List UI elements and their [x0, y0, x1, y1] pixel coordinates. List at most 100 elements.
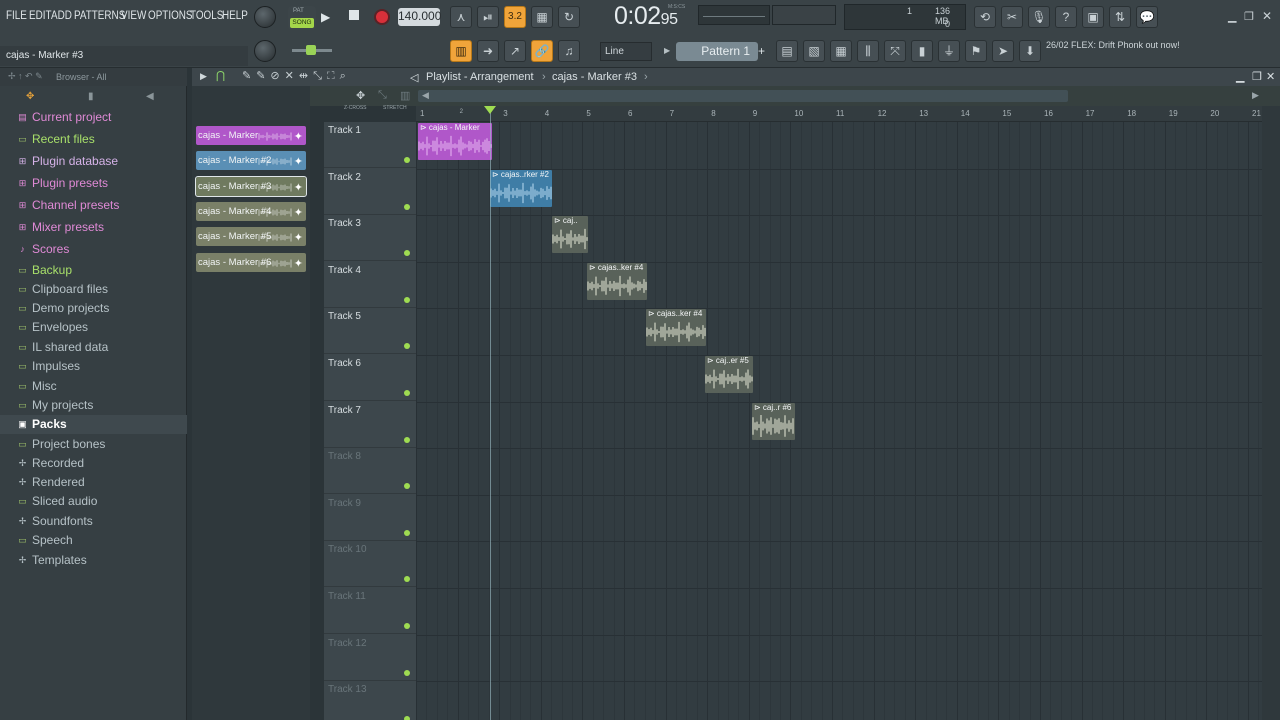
track-header[interactable]: Track 5	[324, 308, 416, 355]
menu-edit[interactable]: EDIT	[29, 10, 52, 22]
browser-item[interactable]: ▭ IL shared data	[0, 338, 187, 357]
browser-nav-icon[interactable]: ✢ ↑ ↶ ✎	[8, 71, 43, 82]
track-move-icon[interactable]: ✥	[356, 89, 365, 102]
track-header[interactable]: Track 13	[324, 681, 416, 720]
master-slider[interactable]	[292, 45, 332, 55]
browser-item[interactable]: ▭ My projects	[0, 396, 187, 415]
picker-clip[interactable]: cajas - Marker #6 ✦	[196, 253, 306, 272]
track-header[interactable]: Track 8	[324, 448, 416, 495]
magnet-icon[interactable]: ⋂	[216, 69, 225, 82]
track-mute-led[interactable]	[404, 390, 410, 396]
playlist-close-icon[interactable]: ✕	[1266, 70, 1275, 83]
snap-select[interactable]: Line	[600, 42, 652, 61]
render-icon[interactable]: ➤	[992, 40, 1014, 62]
playlist-clip[interactable]: ⊳ cajas..ker #4	[646, 309, 706, 347]
playlist-clip[interactable]: ⊳ cajas - Marker	[418, 123, 492, 160]
browser-item[interactable]: ▣ Packs	[0, 415, 187, 434]
track-mute-led[interactable]	[404, 436, 410, 443]
save-icon[interactable]: ▣	[1082, 6, 1104, 28]
menu-add[interactable]: ADD	[51, 10, 72, 22]
track-mute-led[interactable]	[404, 716, 410, 720]
channel-rack-icon[interactable]: ▧	[803, 40, 825, 62]
mixer-icon[interactable]: ⇅	[1109, 6, 1131, 28]
track-header[interactable]: Track 12	[324, 635, 416, 681]
browser-item[interactable]: ▤ Current project	[0, 108, 187, 127]
track-header[interactable]: Track 3	[324, 215, 416, 262]
browser-item[interactable]: ♪ Scores	[0, 240, 187, 259]
menu-help[interactable]: HELP	[222, 10, 248, 22]
track-mute-led[interactable]	[404, 250, 410, 257]
track-header[interactable]: Track 6	[324, 355, 416, 401]
browser-item[interactable]: ▭ Recent files	[0, 130, 187, 149]
browser-item[interactable]: ▭ Speech	[0, 531, 187, 550]
scroll-right-icon[interactable]: ▶	[1252, 90, 1259, 101]
menu-options[interactable]: OPTIONS	[148, 10, 193, 22]
browser-item[interactable]: ▭ Backup	[0, 261, 187, 280]
undo-icon[interactable]: ⟲	[974, 6, 996, 28]
track-mute-led[interactable]	[404, 296, 410, 303]
playlist-clip[interactable]: ⊳ caj..r #6	[752, 402, 795, 440]
automation-icon[interactable]: ⤧	[884, 40, 906, 62]
track-header[interactable]: Track 4	[324, 262, 416, 308]
browser-item[interactable]: ⊞ Mixer presets	[0, 218, 187, 237]
playlist-clip[interactable]: ⊳ cajas..ker #4	[587, 262, 647, 300]
help-icon[interactable]: ?	[1055, 6, 1077, 28]
record-icon[interactable]	[374, 9, 390, 25]
metronome-icon[interactable]: ⋏	[450, 6, 472, 28]
close-icon[interactable]: ✕	[1262, 9, 1272, 23]
master-volume-knob[interactable]	[254, 6, 276, 28]
browser-item[interactable]: ✢ Recorded	[0, 454, 187, 473]
loop-record-icon[interactable]: ↻	[558, 6, 580, 28]
tempo-tap-icon[interactable]: ⚑	[965, 40, 987, 62]
maximize-icon[interactable]: ❐	[1244, 10, 1254, 23]
browser-item[interactable]: ⊞ Channel presets	[0, 196, 187, 215]
arrow-icon[interactable]: ➜	[477, 40, 499, 62]
playlist-clip[interactable]: ⊳ caj..	[552, 216, 588, 254]
playhead-marker-icon[interactable]	[484, 106, 496, 114]
pattern-select[interactable]: Pattern 1	[676, 42, 758, 61]
cut-icon[interactable]: ✂	[1001, 6, 1023, 28]
playlist-grid[interactable]: ⊳ cajas - Marker ⊳ cajas..rker #2 ⊳ caj.. ⊳…	[416, 122, 1262, 720]
horizontal-scrollbar[interactable]	[418, 90, 1068, 102]
chat-icon[interactable]: 💬	[1136, 6, 1158, 28]
browser-item[interactable]: ⊞ Plugin presets	[0, 174, 187, 193]
track-mute-led[interactable]	[404, 203, 410, 210]
track-mute-led[interactable]	[404, 483, 410, 490]
mixer-view-icon[interactable]: ⫼	[857, 40, 879, 62]
picker-clip[interactable]: cajas - Marker #4 ✦	[196, 202, 306, 221]
browser-item[interactable]: ⊞ Plugin database	[0, 152, 187, 171]
playlist-clip[interactable]: ⊳ cajas..rker #2	[490, 169, 552, 207]
browser-item[interactable]: ▭ Impulses	[0, 357, 187, 376]
play-icon[interactable]: ▶	[321, 10, 335, 24]
menu-tools[interactable]: TOOLS	[190, 10, 223, 22]
playlist-tools-icons[interactable]: ✎✎⊘✕⇹⤡⛶⌕	[242, 69, 351, 83]
playlist-clip[interactable]: ⊳ caj..er #5	[705, 356, 753, 393]
slide-icon[interactable]: ↗	[504, 40, 526, 62]
browser-item[interactable]: ▭ Demo projects	[0, 299, 187, 318]
countdown-icon[interactable]: 3.2	[504, 6, 526, 28]
mic-icon[interactable]: 🎙	[1028, 6, 1050, 28]
picker-clip[interactable]: cajas - Marker #3 ✦	[195, 176, 307, 197]
track-grid-icon[interactable]: ▥	[400, 89, 410, 102]
browser-item[interactable]: ▭ Project bones	[0, 435, 187, 454]
track-mute-led[interactable]	[404, 623, 410, 629]
timeline-ruler[interactable]: 1 2 3 4 5 6 7 8 9 10 11 12 13 14 15 16 17 18 19 20 21	[416, 106, 1262, 122]
step-edit-icon[interactable]: ▦	[531, 6, 553, 28]
master-pitch-knob[interactable]	[254, 40, 276, 62]
link-icon[interactable]: 🔗	[531, 40, 553, 62]
download-icon[interactable]: ⬇	[1019, 40, 1041, 62]
news-ticker[interactable]: 26/02 FLEX: Drift Phonk out now!	[1046, 40, 1182, 51]
track-header[interactable]: Track 7	[324, 402, 416, 448]
browser-item[interactable]: ✢ Rendered	[0, 473, 187, 492]
stop-icon[interactable]	[349, 10, 359, 20]
track-header[interactable]: Track 11	[324, 588, 416, 634]
menu-view[interactable]: VIEW	[121, 10, 146, 22]
menu-patterns[interactable]: PATTERNS	[74, 10, 125, 22]
track-mute-led[interactable]	[404, 529, 410, 536]
track-header[interactable]: Track 10	[324, 541, 416, 588]
browser-file-icon[interactable]: ▮	[88, 91, 94, 102]
browser-item[interactable]: ✢ Soundfonts	[0, 512, 187, 531]
add-pattern-icon[interactable]: +	[758, 44, 765, 58]
track-slide-icon[interactable]: ⤡	[378, 89, 387, 102]
browser-item[interactable]: ✢ Templates	[0, 551, 187, 570]
